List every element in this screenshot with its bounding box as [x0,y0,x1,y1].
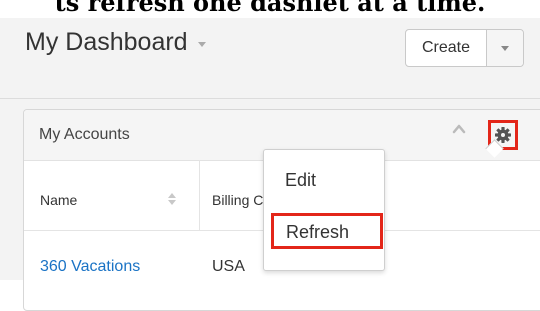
column-separator [199,160,200,230]
create-button-group: Create [405,29,524,67]
gear-icon [495,127,511,143]
create-button[interactable]: Create [406,30,487,66]
sort-icon[interactable] [167,192,177,206]
chevron-down-icon [501,45,509,51]
account-name-link[interactable]: 360 Vacations [40,258,140,276]
page-title[interactable]: My Dashboard [25,28,206,57]
chevron-down-icon[interactable] [197,41,206,47]
column-header-billing-country[interactable]: Billing C [212,192,270,208]
page-title-text: My Dashboard [25,28,188,56]
billing-country-cell: USA [212,258,245,275]
column-header-name[interactable]: Name [40,192,77,208]
instruction-caption: ts refresh one dashlet at a time. [54,0,486,17]
menu-item-refresh[interactable]: Refresh [271,213,383,249]
menu-item-edit[interactable]: Edit [285,170,316,191]
dashlet-title: My Accounts [39,126,130,143]
dashlet-actions-menu [263,149,385,271]
chevron-up-icon[interactable] [452,122,466,136]
header-divider [0,98,540,99]
create-menu-toggle[interactable] [487,30,523,66]
